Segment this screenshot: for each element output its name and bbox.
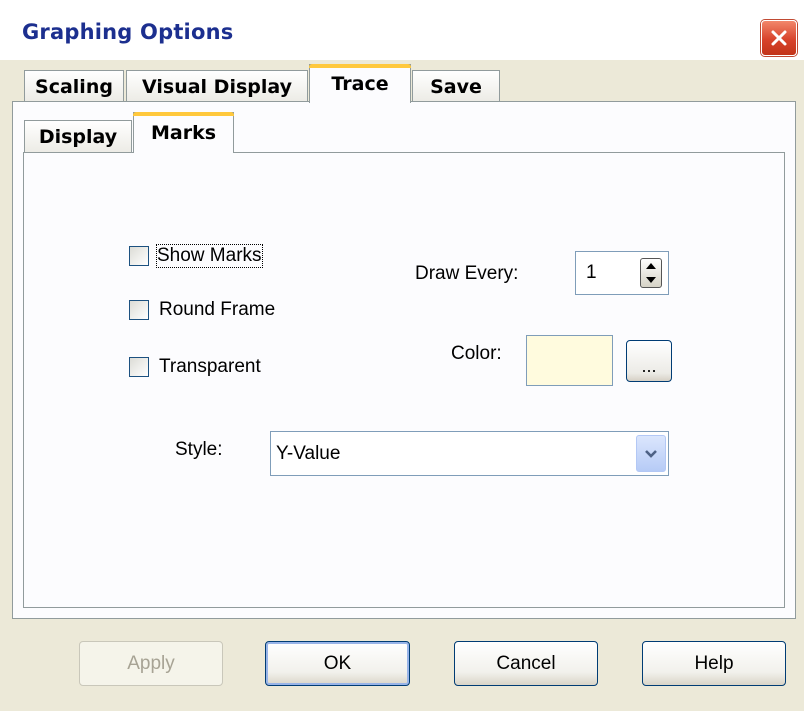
spin-up-button[interactable] (641, 259, 661, 273)
draw-every-spinner[interactable]: 1 (575, 251, 669, 295)
cancel-button-label: Cancel (496, 652, 556, 674)
window-title: Graphing Options (22, 20, 234, 44)
close-icon (771, 30, 787, 46)
round-frame-label[interactable]: Round Frame (159, 299, 275, 321)
arrow-up-icon (646, 263, 656, 269)
cancel-button[interactable]: Cancel (454, 641, 598, 686)
ok-button[interactable]: OK (265, 641, 410, 686)
color-label: Color: (451, 343, 502, 364)
tab-marks-label: Marks (150, 122, 217, 144)
tab-trace[interactable]: Trace (309, 64, 411, 103)
transparent-label[interactable]: Transparent (159, 356, 261, 378)
tab-save[interactable]: Save (412, 70, 500, 102)
color-swatch[interactable] (526, 335, 613, 386)
apply-button[interactable]: Apply (79, 641, 223, 686)
style-select[interactable]: Y-Value (270, 431, 669, 476)
help-button[interactable]: Help (642, 641, 786, 686)
tab-save-label: Save (430, 75, 482, 98)
draw-every-label: Draw Every: (415, 263, 519, 284)
ok-button-label: OK (323, 652, 352, 674)
style-label: Style: (175, 439, 223, 460)
tab-scaling-label: Scaling (35, 75, 113, 98)
chevron-down-icon (645, 449, 657, 458)
tab-display[interactable]: Display (24, 120, 132, 153)
style-select-value: Y-Value (276, 443, 341, 464)
show-marks-label[interactable]: Show Marks (156, 244, 263, 268)
apply-button-label: Apply (127, 652, 175, 674)
transparent-checkbox[interactable] (129, 357, 149, 377)
style-dropdown-button[interactable] (636, 435, 666, 472)
spin-down-button[interactable] (641, 273, 661, 287)
tab-trace-label: Trace (331, 73, 389, 95)
color-picker-button-label: ... (641, 356, 657, 376)
help-button-label: Help (694, 652, 734, 674)
close-button[interactable] (761, 20, 797, 56)
spinner-buttons (640, 258, 662, 288)
tab-display-label: Display (38, 126, 118, 148)
arrow-down-icon (646, 277, 656, 283)
draw-every-value: 1 (586, 262, 597, 283)
color-picker-button[interactable]: ... (626, 340, 672, 382)
tab-marks[interactable]: Marks (133, 112, 234, 153)
show-marks-checkbox[interactable] (129, 246, 149, 266)
tab-visual-display-label: Visual Display (142, 75, 292, 98)
title-bar: Graphing Options (0, 0, 804, 60)
round-frame-checkbox[interactable] (129, 300, 149, 320)
tab-visual-display[interactable]: Visual Display (126, 70, 308, 102)
tab-scaling[interactable]: Scaling (24, 70, 124, 102)
graphing-options-dialog: Graphing Options Scaling Visual Display … (0, 0, 804, 711)
